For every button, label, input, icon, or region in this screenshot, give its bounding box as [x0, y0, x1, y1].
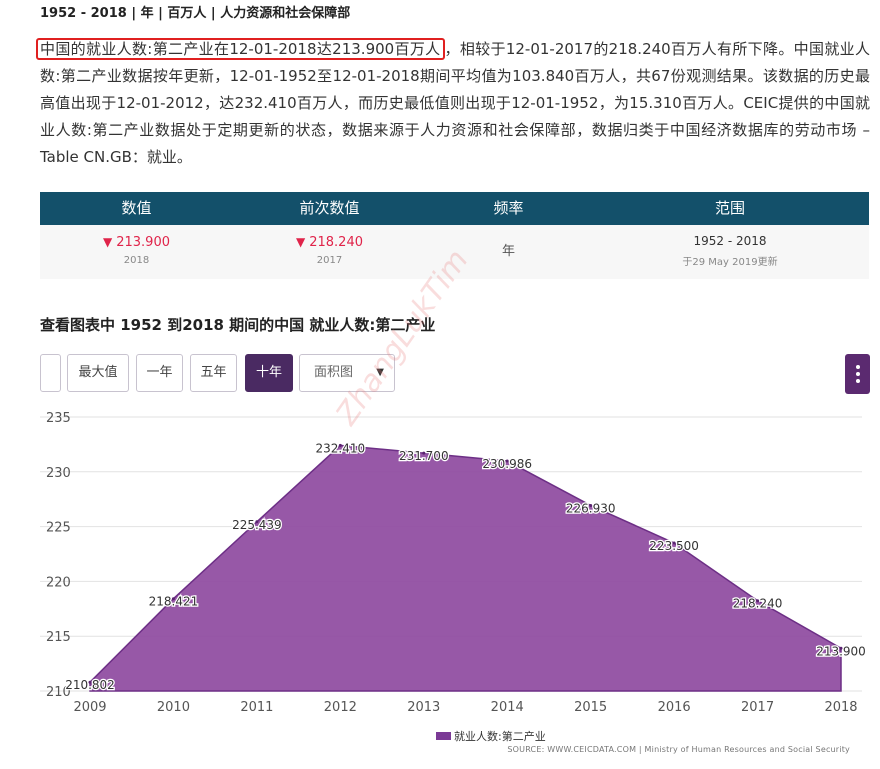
- y-tick-label: 215: [46, 630, 71, 645]
- x-tick-label: 2012: [324, 700, 357, 715]
- range-button-5y[interactable]: 五年: [190, 354, 237, 392]
- cell-value: ▼ 213.900 2018: [40, 225, 233, 279]
- x-tick-label: 2009: [73, 700, 106, 715]
- data-label: 225.439: [232, 518, 282, 532]
- x-tick-label: 2016: [658, 700, 691, 715]
- meta-line: 1952 - 2018 | 年 | 百万人 | 人力资源和社会保障部: [40, 6, 351, 21]
- x-tick-label: 2017: [741, 700, 774, 715]
- legend-label: 就业人数:第二产业: [454, 730, 546, 743]
- data-label: 231.700: [399, 449, 449, 463]
- data-label: 226.930: [566, 501, 616, 515]
- chart-title: 查看图表中 1952 到2018 期间的中国 就业人数:第二产业: [40, 316, 436, 334]
- header-range: 范围: [714, 199, 745, 217]
- x-tick-label: 2010: [157, 700, 190, 715]
- data-label: 223.500: [649, 539, 699, 553]
- y-tick-label: 230: [46, 466, 71, 481]
- y-tick-label: 225: [46, 521, 71, 536]
- header-value: 数值: [121, 199, 152, 217]
- x-tick-label: 2011: [240, 700, 273, 715]
- series-area: [89, 444, 842, 692]
- cell-range: 1952 - 2018 于29 May 2019更新: [591, 225, 869, 279]
- down-arrow-icon: ▼: [296, 235, 306, 249]
- more-menu-icon[interactable]: [845, 354, 870, 394]
- data-label: 218.421: [149, 595, 199, 609]
- data-label: 230.986: [482, 457, 532, 471]
- data-label: 218.240: [733, 597, 783, 611]
- cell-previous: ▼ 218.240 2017: [233, 225, 426, 279]
- x-tick-label: 2018: [824, 700, 857, 715]
- stats-header: 数值 前次数值 频率 范围: [40, 192, 869, 225]
- data-label: 210.802: [65, 678, 115, 692]
- range-button-1y[interactable]: 一年: [136, 354, 183, 392]
- data-label: 213.900: [816, 644, 866, 658]
- x-tick-label: 2014: [491, 700, 524, 715]
- y-tick-label: 235: [46, 411, 71, 426]
- range-button-10y[interactable]: 十年: [245, 354, 293, 392]
- chart-type-label: 面积图: [314, 365, 354, 380]
- y-tick-label: 220: [46, 575, 71, 590]
- blank-button[interactable]: [40, 354, 61, 392]
- x-tick-label: 2015: [574, 700, 607, 715]
- legend-swatch: [436, 732, 451, 740]
- header-frequency: 频率: [493, 199, 524, 217]
- range-value: 1952 - 2018: [693, 234, 767, 248]
- data-label: 232.410: [316, 441, 366, 455]
- description: 中国的就业人数:第二产业在12-01-2018达213.900百万人 ，相较于12…: [36, 36, 870, 171]
- description-highlight: 中国的就业人数:第二产业在12-01-2018达213.900百万人: [36, 38, 445, 60]
- current-year: 2018: [123, 255, 150, 266]
- source-note: SOURCE: WWW.CEICDATA.COM | Ministry of H…: [507, 745, 850, 754]
- chart-legend[interactable]: 就业人数:第二产业: [436, 728, 546, 744]
- area-chart: 210215220225230235210.802218.421225.4392…: [40, 411, 867, 715]
- updated-date: 于29 May 2019更新: [682, 257, 778, 268]
- down-arrow-icon: ▼: [103, 235, 113, 249]
- current-value: 213.900: [116, 235, 170, 250]
- header-previous: 前次数值: [299, 199, 360, 217]
- x-tick-label: 2013: [407, 700, 440, 715]
- range-button-max[interactable]: 最大值: [67, 354, 129, 392]
- previous-value: 218.240: [309, 235, 363, 250]
- previous-year: 2017: [316, 255, 343, 266]
